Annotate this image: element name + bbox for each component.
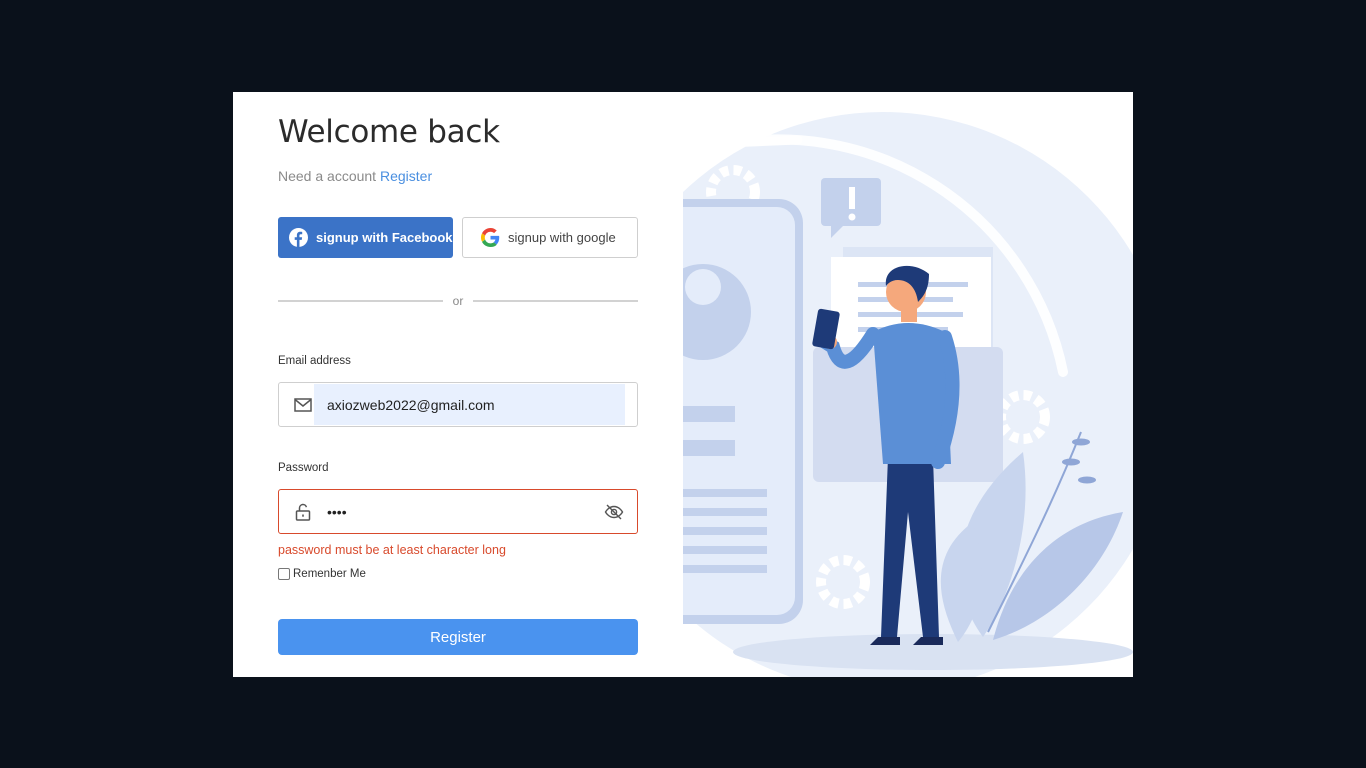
- register-illustration: [683, 112, 1133, 677]
- facebook-icon: [289, 228, 308, 247]
- form-panel: Welcome back Need a account Register sig…: [278, 92, 638, 677]
- lock-icon: [295, 503, 311, 521]
- register-button[interactable]: Register: [278, 619, 638, 655]
- register-link[interactable]: Register: [380, 168, 432, 184]
- google-icon: [481, 228, 500, 247]
- account-prompt-text: Need a account: [278, 168, 377, 184]
- mail-icon: [294, 398, 312, 412]
- divider-line-right: [473, 300, 638, 302]
- account-prompt: Need a account Register: [278, 168, 432, 184]
- email-field-wrapper: axiozweb2022@gmail.com: [278, 382, 638, 427]
- password-field-wrapper: ••••: [278, 489, 638, 534]
- remember-label: Remenber Me: [293, 568, 366, 580]
- remember-checkbox[interactable]: [278, 568, 290, 580]
- register-card: Welcome back Need a account Register sig…: [233, 92, 1133, 677]
- remember-me: Remenber Me: [278, 568, 366, 580]
- page-title: Welcome back: [278, 114, 500, 150]
- password-label: Password: [278, 462, 329, 474]
- email-field[interactable]: axiozweb2022@gmail.com: [314, 384, 625, 425]
- password-field[interactable]: ••••: [314, 491, 574, 532]
- eye-off-icon[interactable]: [604, 502, 624, 522]
- or-divider: or: [278, 293, 638, 309]
- facebook-signup-button[interactable]: signup with Facebook: [278, 217, 453, 258]
- password-error: password must be at least character long: [278, 543, 506, 557]
- facebook-signup-label: signup with Facebook: [316, 230, 453, 245]
- google-signup-label: signup with google: [508, 230, 616, 245]
- google-signup-button[interactable]: signup with google: [462, 217, 638, 258]
- email-label: Email address: [278, 355, 351, 367]
